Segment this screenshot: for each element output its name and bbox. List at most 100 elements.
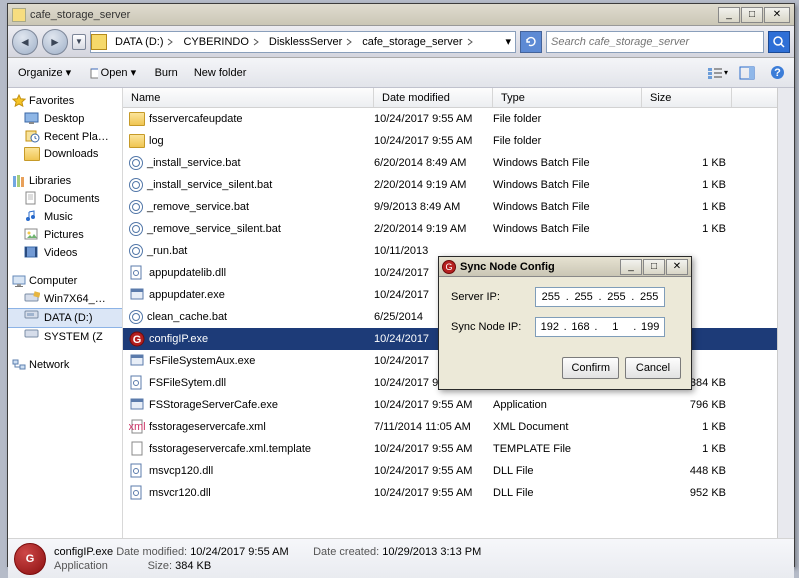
file-row[interactable]: _remove_service.bat9/9/2013 8:49 AMWindo…	[123, 196, 777, 218]
breadcrumb-item: CYBERINDO	[177, 32, 262, 52]
drive-icon	[91, 34, 107, 50]
server-ip-input[interactable]: 255.255.255.255	[535, 287, 665, 307]
file-date: 10/24/2017 9:55 AM	[374, 113, 493, 125]
sidebar-item-drive-z[interactable]: SYSTEM (Z	[8, 328, 122, 346]
breadcrumb-item: DisklessServer	[263, 32, 356, 52]
col-date[interactable]: Date modified	[374, 88, 493, 107]
file-row[interactable]: fsservercafeupdate10/24/2017 9:55 AMFile…	[123, 108, 777, 130]
sidebar-item-desktop[interactable]: Desktop	[8, 110, 122, 128]
batch-file-icon	[129, 156, 143, 170]
sidebar-item-drive-c[interactable]: Win7X64_…	[8, 290, 122, 308]
minimize-button[interactable]: _	[718, 7, 740, 23]
v-scrollbar[interactable]	[777, 88, 794, 538]
sidebar-item-recent[interactable]: Recent Pla…	[8, 128, 122, 146]
history-dropdown[interactable]: ▼	[72, 34, 86, 50]
confirm-button[interactable]: Confirm	[562, 357, 619, 379]
refresh-button[interactable]	[520, 31, 542, 53]
file-type: TEMPLATE File	[493, 443, 642, 455]
details-filename: configIP.exe	[54, 546, 113, 558]
sync-node-ip-input[interactable]: 192.168.1.199	[535, 317, 665, 337]
cancel-button[interactable]: Cancel	[625, 357, 681, 379]
exe-file-icon	[129, 397, 145, 413]
file-size: 1 KB	[642, 201, 726, 213]
file-type: File folder	[493, 135, 642, 147]
details-pane: G configIP.exe Date modified: 10/24/2017…	[8, 538, 794, 578]
exe-file-icon	[129, 287, 145, 303]
file-name: clean_cache.bat	[147, 311, 227, 323]
file-row[interactable]: log10/24/2017 9:55 AMFile folder	[123, 130, 777, 152]
col-type[interactable]: Type	[493, 88, 642, 107]
file-name: _install_service_silent.bat	[147, 179, 272, 191]
file-row[interactable]: fsstorageservercafe.xml.template10/24/20…	[123, 438, 777, 460]
app-icon: G	[442, 260, 456, 274]
organize-menu[interactable]: Organize ▾	[14, 64, 78, 81]
file-name: _install_service.bat	[147, 157, 241, 169]
dialog-close-button[interactable]: ✕	[666, 259, 688, 275]
dll-file-icon	[129, 375, 145, 391]
search-box[interactable]	[546, 31, 764, 53]
file-row[interactable]: FSStorageServerCafe.exe10/24/2017 9:55 A…	[123, 394, 777, 416]
address-bar[interactable]: DATA (D:) CYBERINDO DisklessServer cafe_…	[90, 31, 516, 53]
file-type: XML Document	[493, 421, 642, 433]
sidebar-item-drive-d[interactable]: DATA (D:)	[8, 308, 122, 328]
dialog-minimize-button[interactable]: _	[620, 259, 642, 275]
file-row[interactable]: xmlfsstorageservercafe.xml7/11/2014 11:0…	[123, 416, 777, 438]
sidebar-group-network[interactable]: Network	[8, 356, 122, 374]
close-button[interactable]: ✕	[764, 7, 790, 23]
breadcrumb-dropdown[interactable]: ▾	[499, 32, 515, 52]
column-headers: Name Date modified Type Size	[123, 88, 777, 108]
file-name: FSFileSytem.dll	[149, 377, 226, 389]
forward-button[interactable]: ►	[42, 29, 68, 55]
file-row[interactable]: _remove_service_silent.bat2/20/2014 9:19…	[123, 218, 777, 240]
file-date: 10/24/2017 9:55 AM	[374, 465, 493, 477]
file-name: fsstorageservercafe.xml	[149, 421, 266, 433]
sidebar-item-pictures[interactable]: Pictures	[8, 226, 122, 244]
batch-file-icon	[129, 310, 143, 324]
preview-pane-button[interactable]	[736, 62, 758, 84]
titlebar[interactable]: cafe_storage_server _ □ ✕	[8, 4, 794, 26]
sidebar-item-documents[interactable]: Documents	[8, 190, 122, 208]
sidebar-item-videos[interactable]: Videos	[8, 244, 122, 262]
app-icon: G	[14, 543, 46, 575]
dialog-maximize-button[interactable]: □	[643, 259, 665, 275]
file-date: 6/20/2014 8:49 AM	[374, 157, 493, 169]
sidebar-group-libraries[interactable]: Libraries	[8, 172, 122, 190]
toolbar: Organize ▾ Open ▾ Burn New folder ▾ ?	[8, 58, 794, 88]
dialog-titlebar[interactable]: G Sync Node Config _ □ ✕	[439, 257, 691, 277]
burn-button[interactable]: Burn	[151, 65, 182, 81]
file-date: 7/11/2014 11:05 AM	[374, 421, 493, 433]
file-name: _run.bat	[147, 245, 187, 257]
new-folder-button[interactable]: New folder	[190, 65, 251, 81]
batch-file-icon	[129, 178, 143, 192]
sidebar-group-favorites[interactable]: Favorites	[8, 92, 122, 110]
help-button[interactable]: ?	[766, 62, 788, 84]
file-date: 10/24/2017 9:55 AM	[374, 399, 493, 411]
server-ip-label: Server IP:	[451, 291, 535, 303]
open-button[interactable]: Open ▾	[86, 64, 143, 82]
file-type: File folder	[493, 113, 642, 125]
file-row[interactable]: _install_service_silent.bat2/20/2014 9:1…	[123, 174, 777, 196]
sidebar-group-computer[interactable]: Computer	[8, 272, 122, 290]
file-date: 10/24/2017 9:55 AM	[374, 443, 493, 455]
file-row[interactable]: _install_service.bat6/20/2014 8:49 AMWin…	[123, 152, 777, 174]
search-button[interactable]	[768, 31, 790, 53]
batch-file-icon	[129, 222, 143, 236]
breadcrumb-item: DATA (D:)	[109, 32, 177, 52]
sidebar: Favorites Desktop Recent Pla… Downloads …	[8, 88, 123, 538]
file-name: appupdatelib.dll	[149, 267, 226, 279]
maximize-button[interactable]: □	[741, 7, 763, 23]
sidebar-item-downloads[interactable]: Downloads	[8, 146, 122, 162]
col-name[interactable]: Name	[123, 88, 374, 107]
sidebar-item-music[interactable]: Music	[8, 208, 122, 226]
col-size[interactable]: Size	[642, 88, 732, 107]
dll-file-icon	[129, 265, 145, 281]
search-input[interactable]	[547, 36, 763, 48]
file-type: Application	[493, 399, 642, 411]
back-button[interactable]: ◄	[12, 29, 38, 55]
batch-file-icon	[129, 200, 143, 214]
file-row[interactable]: msvcp120.dll10/24/2017 9:55 AMDLL File44…	[123, 460, 777, 482]
file-size: 796 KB	[642, 399, 726, 411]
dll-file-icon	[129, 485, 145, 501]
view-options-button[interactable]: ▾	[706, 62, 728, 84]
file-row[interactable]: msvcr120.dll10/24/2017 9:55 AMDLL File95…	[123, 482, 777, 504]
